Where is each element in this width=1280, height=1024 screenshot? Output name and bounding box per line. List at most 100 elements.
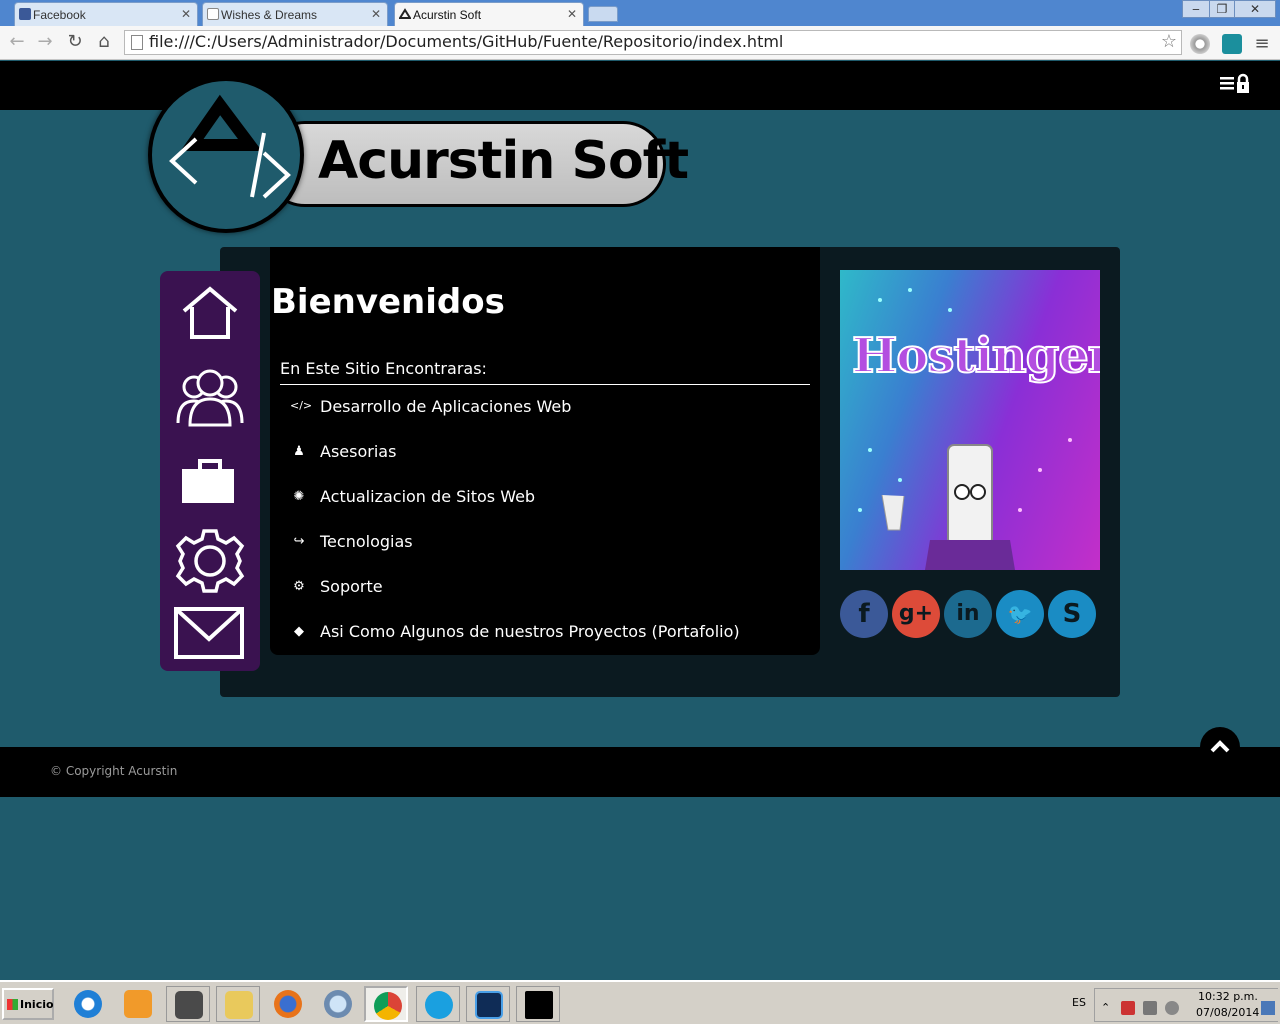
spinner-icon: ✺: [293, 489, 305, 504]
taskbar-app-skype[interactable]: [416, 986, 460, 1022]
service-label: Desarrollo de Aplicaciones Web: [320, 397, 572, 416]
sidebar-nav: [160, 271, 260, 671]
sidebar-item-home[interactable]: [170, 279, 250, 355]
tab-facebook[interactable]: Facebook ✕: [14, 2, 198, 26]
page-icon: [131, 35, 143, 50]
briefcase-icon: [182, 459, 234, 503]
logo-emblem[interactable]: [148, 77, 304, 233]
close-tab-icon[interactable]: ✕: [371, 7, 381, 21]
language-indicator[interactable]: ES: [1072, 996, 1086, 1009]
internet-explorer-icon: [74, 990, 102, 1018]
close-tab-icon[interactable]: ✕: [567, 7, 577, 21]
twitter-icon[interactable]: 🐦: [996, 590, 1044, 638]
start-button[interactable]: Inicio: [2, 988, 54, 1020]
tab-title: Acurstin Soft: [413, 8, 482, 22]
taskbar-app-chrome[interactable]: [364, 986, 408, 1022]
show-desktop-icon[interactable]: [1261, 1001, 1275, 1015]
clock-date[interactable]: 07/08/2014: [1196, 1006, 1259, 1019]
taskbar-app-command-prompt[interactable]: [516, 986, 560, 1022]
safari-icon: [324, 990, 352, 1018]
taskbar-app-file-explorer[interactable]: [216, 986, 260, 1022]
taskbar-app-firefox[interactable]: [266, 986, 310, 1022]
hamburger-lock-icon[interactable]: [1220, 73, 1252, 95]
page-title: Bienvenidos: [271, 282, 505, 322]
taskbar-app-photoshop[interactable]: [466, 986, 510, 1022]
bookmark-star-icon[interactable]: ☆: [1161, 31, 1177, 52]
sidebar-item-portfolio[interactable]: [170, 447, 250, 523]
facebook-icon[interactable]: f: [840, 590, 888, 638]
maximize-button[interactable]: ❐: [1209, 0, 1235, 18]
tab-acurstin-soft[interactable]: Acurstin Soft ✕: [394, 2, 584, 27]
service-label: Soporte: [320, 577, 383, 596]
close-tab-icon[interactable]: ✕: [181, 7, 191, 21]
command-prompt-icon: [525, 991, 553, 1019]
start-label: Inicio: [20, 998, 54, 1011]
copyright-text: © Copyright Acurstin: [50, 764, 178, 778]
ad-background-dots: [858, 288, 1072, 570]
tag-icon: ◆: [294, 624, 304, 639]
facebook-favicon-icon: [19, 8, 31, 20]
back-button[interactable]: ←: [6, 31, 28, 53]
services-list-title: En Este Sitio Encontraras:: [280, 359, 810, 385]
taskbar-app-sublime-text[interactable]: [166, 986, 210, 1022]
acurstin-favicon-icon: [398, 8, 412, 20]
site-footer: © Copyright Acurstin: [0, 747, 1280, 797]
taskbar-app-safari[interactable]: [316, 986, 360, 1022]
hostinger-ad-banner[interactable]: Hostinger: [840, 270, 1100, 570]
chevron-up-icon[interactable]: ⌃: [1101, 1001, 1115, 1015]
extension-icon[interactable]: [1190, 34, 1210, 54]
forward-button[interactable]: →: [34, 31, 56, 53]
code-icon: </>: [290, 399, 313, 412]
page-favicon-icon: [207, 8, 219, 20]
tab-title: Wishes & Dreams: [221, 8, 318, 22]
network-icon[interactable]: [1143, 1001, 1157, 1015]
ad-brand-text: Hostinger: [851, 327, 1100, 385]
gears-icon: ⚙: [293, 579, 305, 594]
service-label: Actualizacion de Sitos Web: [320, 487, 536, 506]
share-icon: ↪: [293, 534, 305, 549]
windows-logo-icon: [7, 999, 18, 1010]
address-bar[interactable]: file:///C:/Users/Administrador/Documents…: [124, 30, 1182, 55]
mail-icon: [174, 607, 244, 659]
volume-icon[interactable]: [1165, 1001, 1179, 1015]
home-button[interactable]: ⌂: [93, 31, 115, 53]
chrome-menu-icon[interactable]: ≡: [1252, 34, 1272, 54]
skype-icon[interactable]: S: [1048, 590, 1096, 638]
code-triangle-logo-icon: [169, 94, 291, 199]
taskbar-app-media-player[interactable]: [116, 986, 160, 1022]
skype-icon: [425, 991, 453, 1019]
photoshop-icon: [475, 991, 503, 1019]
linkedin-icon[interactable]: in: [944, 590, 992, 638]
taskbar-app-internet-explorer[interactable]: [66, 986, 110, 1022]
settings-icon: [175, 529, 245, 593]
extension-icon[interactable]: [1222, 34, 1242, 54]
close-window-button[interactable]: ✕: [1234, 0, 1276, 18]
browser-toolbar: ← → ↻ ⌂ file:///C:/Users/Administrador/D…: [0, 26, 1280, 60]
firefox-icon: [274, 990, 302, 1018]
service-label: Asi Como Algunos de nuestros Proyectos (…: [320, 622, 740, 641]
brand-name: Acurstin Soft: [318, 131, 689, 191]
reload-button[interactable]: ↻: [64, 31, 86, 53]
google-plus-icon[interactable]: g+: [892, 590, 940, 638]
sidebar-item-settings[interactable]: [170, 523, 250, 599]
clock-time[interactable]: 10:32 p.m.: [1198, 990, 1258, 1003]
new-tab-button[interactable]: [588, 6, 618, 22]
user-icon: ♟: [293, 444, 305, 459]
sidebar-item-users[interactable]: [170, 363, 250, 439]
action-center-icon[interactable]: [1121, 1001, 1135, 1015]
url-text[interactable]: file:///C:/Users/Administrador/Documents…: [149, 32, 783, 54]
service-label: Asesorias: [320, 442, 397, 461]
users-icon: [176, 369, 244, 427]
chrome-icon: [374, 992, 402, 1020]
browser-titlebar: Facebook ✕ Wishes & Dreams ✕ Acurstin So…: [0, 0, 1280, 27]
tab-title: Facebook: [33, 8, 86, 22]
scroll-to-top-button[interactable]: [1200, 727, 1240, 767]
os-taskbar: Inicio ES ⌃ 10:32 p.m. 07/08/2014: [0, 980, 1280, 1024]
sidebar-item-contact[interactable]: [170, 601, 250, 677]
sublime-text-icon: [175, 991, 203, 1019]
chevron-up-icon: [1210, 740, 1230, 753]
media-player-icon: [124, 990, 152, 1018]
minimize-button[interactable]: ‒: [1182, 0, 1210, 18]
home-icon: [182, 286, 238, 339]
tab-wishes-dreams[interactable]: Wishes & Dreams ✕: [202, 2, 388, 26]
